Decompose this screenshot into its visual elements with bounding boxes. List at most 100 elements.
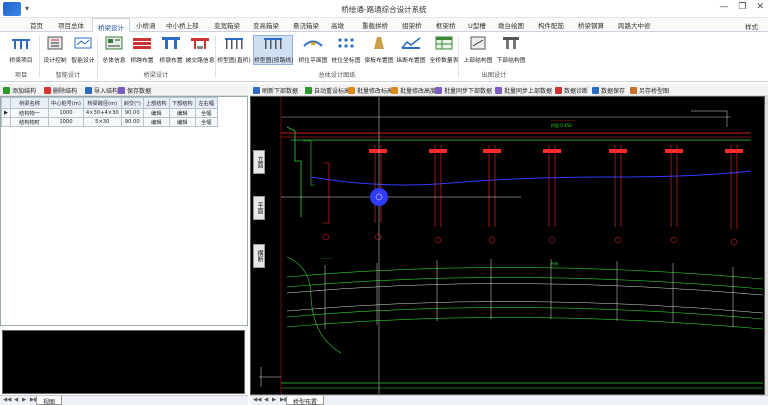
group-smart-design: 智能设计 bbox=[55, 72, 81, 79]
tab-u-trough[interactable]: U型槽 bbox=[468, 20, 486, 30]
batch-sync-sub-button[interactable]: 批量同步下部数据 bbox=[435, 86, 492, 95]
pile-coord-icon bbox=[338, 38, 354, 48]
tab-bridge-steel[interactable]: 桥梁钢算 bbox=[578, 20, 604, 30]
ribbon-panel: 桥梁项目 设计控制 智能设计 总体信息 桥跨布置 桥墩布置 被交路信息 桥型图(… bbox=[0, 32, 768, 82]
batch-edit-elevation-button[interactable]: 批量修改标高 bbox=[348, 86, 393, 95]
col-bridge-name[interactable]: 桥梁名称 bbox=[10, 97, 49, 109]
bridge-project-button[interactable]: 桥梁项目 bbox=[4, 36, 38, 64]
tab-small-bridge-culvert[interactable]: 小桥涵 bbox=[136, 20, 156, 30]
save-data-button[interactable]: 保存数据 bbox=[118, 86, 151, 95]
elevation-icon bbox=[305, 87, 312, 94]
sheet-next-button[interactable]: ▶ bbox=[22, 397, 26, 403]
pile-coord-button[interactable]: 桩位坐标图 bbox=[329, 36, 363, 64]
quantity-table-button[interactable]: 全桥数量表 bbox=[427, 36, 461, 64]
view-preview-canvas[interactable] bbox=[2, 330, 245, 394]
sync-super-icon bbox=[495, 87, 502, 94]
quantity-table-icon bbox=[435, 36, 453, 50]
sheet-tab-view[interactable]: 视图 bbox=[36, 396, 63, 405]
tab-component-rebar[interactable]: 构件配筋 bbox=[538, 20, 564, 30]
tab-project-overall[interactable]: 项目总体 bbox=[58, 20, 84, 30]
edit-substructure-link[interactable]: 编辑 bbox=[168, 117, 196, 127]
sheet-prev-button[interactable]: ◀ bbox=[14, 397, 18, 403]
girder-layout-button[interactable]: 梁板布置图 bbox=[362, 36, 396, 64]
batch-height-icon bbox=[391, 87, 398, 94]
batch-edit-height-button[interactable]: 批量修改高度 bbox=[391, 86, 436, 95]
auto-reset-elevation-button[interactable]: 自动重设标高 bbox=[305, 86, 350, 95]
side-tab-plan[interactable]: 平面 bbox=[253, 196, 265, 220]
save-icon bbox=[592, 87, 599, 94]
superstructure-button[interactable]: 上部结构图 bbox=[461, 36, 495, 64]
bridge-plan-icon bbox=[303, 40, 323, 47]
col-substructure[interactable]: 下部结构 bbox=[168, 97, 196, 109]
import-structure-button[interactable]: 导入结构 bbox=[85, 86, 118, 95]
table-row[interactable]: 结构物时 1000 5×30 90.00 编辑 编辑 全幅 bbox=[1, 117, 218, 127]
col-superstructure[interactable]: 上部结构 bbox=[142, 97, 170, 109]
delete-icon bbox=[44, 87, 51, 94]
side-tab-elevation[interactable]: 立面 bbox=[253, 150, 265, 174]
edit-substructure-link[interactable]: 编辑 bbox=[168, 108, 196, 118]
substructure-button[interactable]: 下部结构图 bbox=[494, 36, 528, 64]
save-icon bbox=[118, 87, 125, 94]
side-tab-section[interactable]: 横断 bbox=[253, 244, 265, 268]
tab-frame-bridge-a[interactable]: 组架桥 bbox=[402, 20, 422, 30]
data-diagnosis-button[interactable]: 数据诊断 bbox=[555, 86, 588, 95]
title-bar: ▾ 桥绘通-路通综合设计系统 — ❐ ✕ bbox=[0, 0, 768, 18]
sheet-first-button[interactable]: ◀◀ bbox=[3, 397, 11, 403]
data-save-button[interactable]: 数据保存 bbox=[592, 86, 625, 95]
pier-layout-icon bbox=[162, 37, 180, 49]
structure-table: 桥梁名称 中心桩号(m) 桥梁跨径(m) 斜交(°) 上部结构 下部结构 左右幅… bbox=[1, 97, 218, 127]
add-structure-button[interactable]: 添加结构 bbox=[3, 86, 36, 95]
save-as-drawing-button[interactable]: 另存桥型图 bbox=[630, 86, 669, 95]
col-span[interactable]: 桥梁跨径(m) bbox=[82, 97, 122, 109]
import-icon bbox=[85, 87, 92, 94]
sync-sub-icon bbox=[435, 87, 442, 94]
crossing-road-button[interactable]: 被交路信息 bbox=[183, 36, 217, 64]
table-row[interactable]: ▶ 结构物一 1000 4×30+4×30 90.00 编辑 编辑 全幅 bbox=[1, 108, 218, 118]
batch-sync-super-button[interactable]: 批量同步上部数据 bbox=[495, 86, 552, 95]
tab-small-bridge-super[interactable]: 中小桥上部 bbox=[166, 20, 199, 30]
col-center-station[interactable]: 中心桩号(m) bbox=[48, 97, 84, 109]
smart-design-button[interactable]: 智能设计 bbox=[66, 36, 100, 64]
tab-variable-width-girder[interactable]: 变宽箱梁 bbox=[214, 20, 240, 30]
tab-road-overhaul[interactable]: 跨路大中修 bbox=[618, 20, 651, 30]
edit-superstructure-link[interactable]: 编辑 bbox=[142, 108, 170, 118]
tab-abutment-drawing[interactable]: 墩台绘图 bbox=[498, 20, 524, 30]
bridge-type-route-icon bbox=[264, 38, 282, 49]
substructure-icon bbox=[503, 37, 519, 49]
ribbon-tabs: 首页 项目总体 桥梁设计 小桥涵 中小桥上部 变宽箱梁 变高箱梁 悬浇箱梁 高墩… bbox=[0, 18, 768, 32]
bridge-plan-button[interactable]: 桥位平面图 bbox=[296, 36, 330, 64]
profile-layout-button[interactable]: 纵断布置图 bbox=[394, 36, 428, 64]
col-side[interactable]: 左右幅 bbox=[194, 97, 218, 109]
sheet-tab-bridge-layout[interactable]: 桥型布置 bbox=[286, 396, 325, 405]
col-skew[interactable]: 斜交(°) bbox=[120, 97, 144, 109]
refresh-substructure-button[interactable]: 刷新下部数据 bbox=[253, 86, 298, 95]
maximize-button[interactable]: ❐ bbox=[738, 2, 746, 12]
sheet-prev-button[interactable]: ◀ bbox=[264, 397, 268, 403]
bridge-project-icon bbox=[12, 39, 30, 49]
add-icon bbox=[3, 87, 10, 94]
sheet-next-button[interactable]: ▶ bbox=[272, 397, 276, 403]
minimize-button[interactable]: — bbox=[719, 2, 728, 12]
close-button[interactable]: ✕ bbox=[756, 2, 764, 12]
group-bridge-design: 桥梁设计 bbox=[143, 72, 169, 79]
bridge-type-route-button[interactable]: 桥型图(按路线) bbox=[253, 35, 293, 65]
tab-high-pier[interactable]: 高墩 bbox=[331, 20, 344, 30]
structure-table-panel: 桥梁名称 中心桩号(m) 桥梁跨径(m) 斜交(°) 上部结构 下部结构 左右幅… bbox=[0, 96, 248, 326]
design-control-icon bbox=[47, 36, 63, 50]
tab-home[interactable]: 首页 bbox=[30, 20, 43, 30]
cad-drawing-canvas[interactable]: 桥面 0.450 —————— ——— 桥面 bbox=[250, 96, 765, 395]
svg-text:———: ——— bbox=[321, 256, 332, 260]
smart-design-icon bbox=[74, 37, 92, 49]
tab-heavy-load-bridge[interactable]: 重载拼桥 bbox=[362, 20, 388, 30]
delete-structure-button[interactable]: 删除结构 bbox=[44, 86, 77, 95]
superstructure-icon bbox=[470, 36, 486, 50]
style-menu[interactable]: 样式 bbox=[745, 21, 758, 31]
tab-cantilever-girder[interactable]: 悬浇箱梁 bbox=[293, 20, 319, 30]
tab-bridge-design[interactable]: 桥梁设计 bbox=[92, 18, 130, 32]
sheet-first-button[interactable]: ◀◀ bbox=[253, 397, 261, 403]
bridge-type-straight-button[interactable]: 桥型图(直桥) bbox=[217, 36, 251, 64]
tab-frame-bridge-b[interactable]: 框架桥 bbox=[436, 20, 456, 30]
edit-superstructure-link[interactable]: 编辑 bbox=[142, 117, 170, 127]
save-as-icon bbox=[630, 87, 637, 94]
tab-variable-height-girder[interactable]: 变高箱梁 bbox=[253, 20, 279, 30]
